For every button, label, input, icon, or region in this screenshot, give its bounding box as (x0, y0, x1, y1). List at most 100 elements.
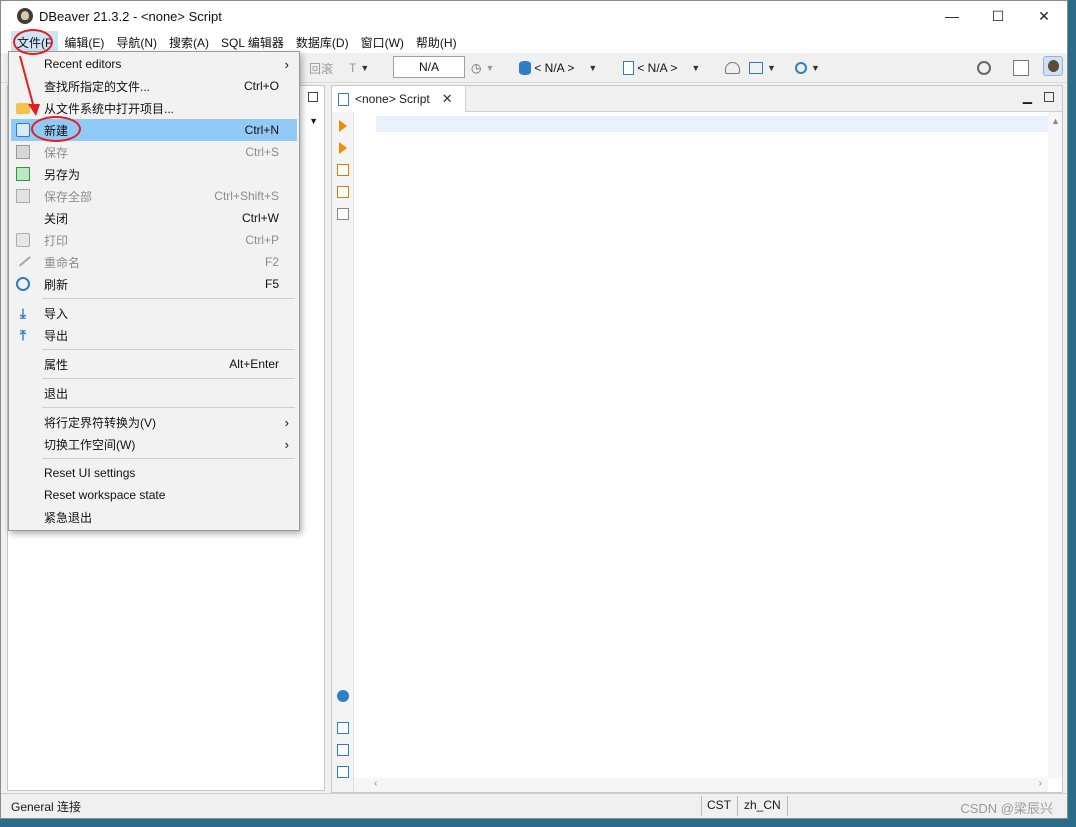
menu-item-refresh[interactable]: 刷新 F5 (11, 273, 297, 295)
script-icon (338, 92, 349, 106)
load-script-icon[interactable] (337, 744, 349, 756)
menu-item-label: 紧急退出 (44, 510, 93, 525)
execute-in-new-tab-icon[interactable] (339, 142, 347, 154)
menu-item-exit[interactable]: 退出 (11, 382, 297, 404)
menu-item-close[interactable]: 关闭 Ctrl+W (11, 207, 297, 229)
menu-item-label: 另存为 (44, 167, 81, 182)
variables-icon[interactable] (337, 766, 349, 778)
save-icon (16, 145, 30, 159)
close-button[interactable]: ✕ (1021, 1, 1067, 31)
search-icon[interactable] (977, 59, 991, 77)
status-locale: zh_CN (744, 798, 781, 812)
export-icon: ⤒ (19, 327, 27, 343)
status-divider (737, 796, 738, 816)
menu-item-save[interactable]: 保存 Ctrl+S (11, 141, 297, 163)
menu-item-save-all[interactable]: 保存全部 Ctrl+Shift+S (11, 185, 297, 207)
menu-item-label: 打印 (44, 233, 69, 248)
menu-help[interactable]: 帮助(H) (410, 31, 463, 54)
menu-item-label: 切换工作空间(W) (44, 437, 136, 452)
menu-item-recent-editors[interactable]: Recent editors › (11, 53, 297, 75)
datasource-selector[interactable]: < N/A > ▼ (519, 59, 597, 77)
editor-tab-bar: <none> Script ✕ ▁ (332, 86, 1062, 112)
menu-separator (42, 349, 295, 350)
menu-item-emergency-exit[interactable]: 紧急退出 (11, 506, 297, 528)
menu-item-label: Reset workspace state (44, 488, 166, 502)
dashboard-icon[interactable] (725, 59, 740, 77)
horizontal-scrollbar[interactable]: ‹ › (354, 778, 1048, 792)
window-title: DBeaver 21.3.2 - <none> Script (39, 8, 222, 24)
menu-item-print[interactable]: 打印 Ctrl+P (11, 229, 297, 251)
menu-item-shortcut: Ctrl+P (245, 233, 279, 247)
menu-item-rename[interactable]: 重命名 F2 (11, 251, 297, 273)
menu-item-label: 导入 (44, 306, 69, 321)
menu-window[interactable]: 窗口(W) (355, 31, 410, 54)
menu-item-save-as[interactable]: 另存为 (11, 163, 297, 185)
transaction-mode-dropdown[interactable]: T ▼ (349, 59, 369, 77)
execute-script-new-tab-icon[interactable] (337, 186, 349, 198)
history-icon[interactable]: ◷ ▼ (471, 59, 494, 77)
rename-icon (15, 251, 31, 267)
menu-item-properties[interactable]: 属性 Alt+Enter (11, 353, 297, 375)
menu-item-label: 保存全部 (44, 189, 93, 204)
editor-text-area[interactable] (354, 112, 1048, 778)
menu-item-import[interactable]: ⤓ 导入 (11, 302, 297, 324)
menu-item-label: 刷新 (44, 277, 69, 292)
menu-separator (42, 378, 295, 379)
execute-script-icon[interactable] (337, 164, 349, 176)
scroll-left-icon[interactable]: ‹ (374, 778, 377, 789)
import-icon: ⤓ (19, 305, 27, 321)
menu-item-label: 从文件系统中打开项目... (44, 101, 175, 116)
perspective-icon[interactable] (1013, 59, 1029, 77)
vertical-scrollbar[interactable]: ▲ (1048, 112, 1062, 778)
scroll-right-icon[interactable]: › (1039, 778, 1042, 789)
minimize-button[interactable]: — (929, 1, 975, 31)
menu-item-shortcut: F2 (264, 255, 279, 269)
query-manager-icon[interactable]: ▼ (795, 59, 820, 77)
menu-item-open-file[interactable]: 查找所指定的文件... Ctrl+O (11, 75, 297, 97)
menu-item-switch-workspace[interactable]: 切换工作空间(W) › (11, 433, 297, 455)
settings-gear-icon[interactable] (337, 690, 349, 702)
menu-item-shortcut: Ctrl+O (243, 79, 279, 93)
export-from-query-icon[interactable] (337, 722, 349, 734)
menu-item-label: Reset UI settings (44, 466, 136, 480)
print-icon (16, 233, 30, 247)
transaction-mode-field[interactable]: N/A (393, 56, 465, 78)
annotation-arrow (19, 55, 40, 116)
current-line-highlight (376, 116, 1048, 132)
new-object-icon (16, 123, 30, 137)
maximize-button[interactable]: ☐ (975, 1, 1021, 31)
navigator-icon[interactable]: ▼ (749, 59, 776, 77)
refresh-icon (16, 277, 30, 291)
tab-none-script[interactable]: <none> Script ✕ (332, 86, 466, 112)
panel-menu-chevron-down-icon[interactable]: ▼ (309, 116, 318, 126)
status-divider (787, 796, 788, 816)
menu-item-label: 属性 (44, 357, 69, 372)
panel-maximize-icon[interactable] (308, 92, 318, 102)
transaction-mode-value: N/A (418, 60, 439, 74)
rollback-button[interactable]: 回滚 (309, 59, 333, 77)
status-divider (701, 796, 702, 816)
menu-item-shortcut: F5 (264, 277, 279, 291)
menu-item-label: 导出 (44, 328, 69, 343)
dbeaver-perspective-icon[interactable] (1043, 56, 1063, 76)
menu-separator (42, 458, 295, 459)
menu-item-convert-line-delimiters[interactable]: 将行定界符转换为(V) › (11, 411, 297, 433)
schema-selector[interactable]: < N/A > ▼ (623, 59, 700, 77)
menu-item-export[interactable]: ⤒ 导出 (11, 324, 297, 346)
menu-item-reset-ui-settings[interactable]: Reset UI settings (11, 462, 297, 484)
menu-item-shortcut: Ctrl+W (242, 211, 279, 225)
execute-statement-icon[interactable] (339, 120, 347, 132)
chevron-right-icon: › (284, 56, 289, 72)
save-all-icon (16, 189, 30, 203)
chevron-right-icon: › (284, 414, 289, 430)
tab-close-icon[interactable]: ✕ (442, 91, 453, 107)
menu-item-reset-workspace-state[interactable]: Reset workspace state (11, 484, 297, 506)
editor-maximize-icon[interactable] (1044, 92, 1054, 102)
explain-plan-icon[interactable] (337, 208, 349, 220)
editor-minimize-icon[interactable]: ▁ (1023, 90, 1032, 104)
scroll-up-icon[interactable]: ▲ (1051, 116, 1060, 126)
save-as-icon (16, 167, 30, 181)
menu-separator (42, 407, 295, 408)
menu-item-label: 退出 (44, 386, 69, 401)
menu-item-shortcut: Ctrl+Shift+S (214, 189, 279, 203)
